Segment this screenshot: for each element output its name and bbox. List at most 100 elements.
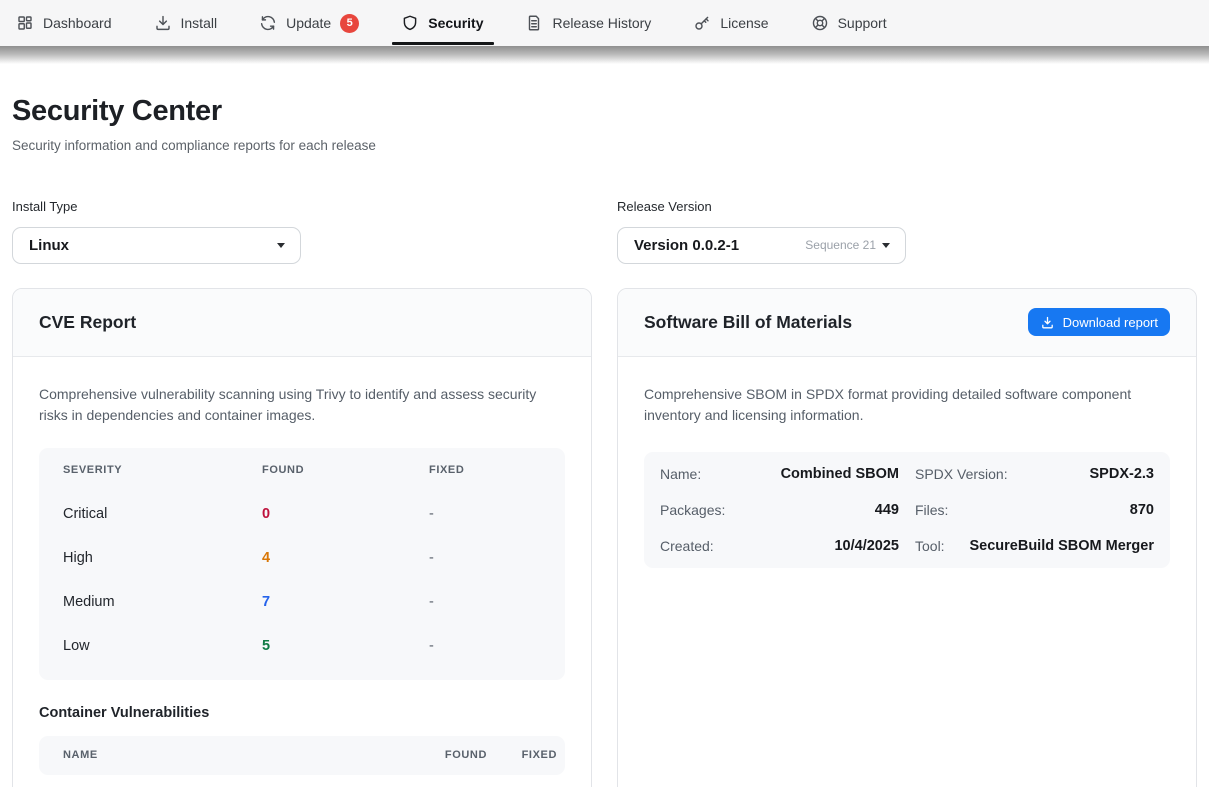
install-type-label: Install Type xyxy=(12,199,592,214)
release-version-value: Version 0.0.2-1 xyxy=(634,237,805,254)
severity-name: High xyxy=(63,550,262,566)
release-version-filter: Release Version Version 0.0.2-1 Sequence… xyxy=(617,199,1197,264)
found-column-header: FOUND xyxy=(427,749,487,761)
sbom-card: Software Bill of Materials Download repo… xyxy=(617,288,1197,787)
severity-table: SEVERITY FOUND FIXED Critical 0 - High 4 xyxy=(39,448,565,680)
nav-label: Update xyxy=(286,15,331,31)
info-value: SecureBuild SBOM Merger xyxy=(969,538,1154,554)
nav-item-license[interactable]: License xyxy=(693,0,768,46)
install-type-filter: Install Type Linux xyxy=(12,199,592,264)
key-icon xyxy=(693,14,711,32)
chevron-down-icon xyxy=(882,243,890,248)
cve-report-card: CVE Report Comprehensive vulnerability s… xyxy=(12,288,592,787)
release-version-select[interactable]: Version 0.0.2-1 Sequence 21 xyxy=(617,227,906,264)
nav-label: Dashboard xyxy=(43,15,112,31)
severity-table-header: SEVERITY FOUND FIXED xyxy=(63,464,541,492)
sbom-info-name: Name: Combined SBOM xyxy=(660,456,899,492)
info-value: 10/4/2025 xyxy=(834,538,899,554)
severity-name: Medium xyxy=(63,594,262,610)
found-column-header: FOUND xyxy=(262,464,429,476)
found-count: 4 xyxy=(262,550,429,566)
shield-icon xyxy=(401,14,419,32)
nav-item-install[interactable]: Install xyxy=(154,0,218,46)
refresh-icon xyxy=(259,14,277,32)
fixed-count: - xyxy=(429,638,541,654)
table-row: Medium 7 - xyxy=(63,580,541,624)
nav-label: Support xyxy=(838,15,887,31)
info-value: 449 xyxy=(875,502,899,518)
sbom-info-tool: Tool: SecureBuild SBOM Merger xyxy=(915,528,1154,564)
page-subtitle: Security information and compliance repo… xyxy=(12,138,1197,153)
update-count-badge: 5 xyxy=(340,14,359,33)
sbom-info-grid: Name: Combined SBOM SPDX Version: SPDX-2… xyxy=(644,452,1170,568)
info-value: 870 xyxy=(1130,502,1154,518)
fixed-count: - xyxy=(429,550,541,566)
nav-item-security[interactable]: Security xyxy=(401,0,483,46)
fixed-count: - xyxy=(429,594,541,610)
nav-label: Release History xyxy=(552,15,651,31)
nav-item-release-history[interactable]: Release History xyxy=(525,0,651,46)
table-row: Low 5 - xyxy=(63,624,541,668)
lifebuoy-icon xyxy=(811,14,829,32)
release-version-label: Release Version xyxy=(617,199,1197,214)
found-count: 7 xyxy=(262,594,429,610)
fixed-column-header: FIXED xyxy=(487,749,557,761)
download-report-button[interactable]: Download report xyxy=(1028,308,1170,336)
install-type-select[interactable]: Linux xyxy=(12,227,301,264)
severity-name: Low xyxy=(63,638,262,654)
container-vulnerabilities-table-header: NAME FOUND FIXED xyxy=(39,736,565,775)
sbom-info-packages: Packages: 449 xyxy=(660,492,899,528)
info-label: Created: xyxy=(660,538,714,554)
fixed-count: - xyxy=(429,506,541,522)
sbom-body: Comprehensive SBOM in SPDX format provid… xyxy=(618,357,1196,594)
info-label: Name: xyxy=(660,466,701,482)
cve-report-title: CVE Report xyxy=(39,312,136,333)
fixed-column-header: FIXED xyxy=(429,464,541,476)
sbom-info-created: Created: 10/4/2025 xyxy=(660,528,899,564)
download-icon xyxy=(154,14,172,32)
container-vulnerabilities-title: Container Vulnerabilities xyxy=(39,705,565,721)
page-title: Security Center xyxy=(12,96,1197,128)
info-label: SPDX Version: xyxy=(915,466,1008,482)
cve-report-description: Comprehensive vulnerability scanning usi… xyxy=(39,384,565,427)
sbom-description: Comprehensive SBOM in SPDX format provid… xyxy=(644,384,1170,427)
active-tab-indicator xyxy=(392,42,494,45)
sequence-label: Sequence 21 xyxy=(805,238,876,252)
cve-report-header: CVE Report xyxy=(13,289,591,357)
sbom-header: Software Bill of Materials Download repo… xyxy=(618,289,1196,357)
nav-item-dashboard[interactable]: Dashboard xyxy=(16,0,112,46)
nav-label: Security xyxy=(428,15,483,31)
cve-report-body: Comprehensive vulnerability scanning usi… xyxy=(13,357,591,787)
top-navigation: Dashboard Install Update 5 xyxy=(0,0,1209,46)
sbom-title: Software Bill of Materials xyxy=(644,312,852,333)
sbom-info-spdx-version: SPDX Version: SPDX-2.3 xyxy=(915,456,1154,492)
header-shadow xyxy=(0,46,1209,64)
dashboard-grid-icon xyxy=(16,14,34,32)
report-cards: CVE Report Comprehensive vulnerability s… xyxy=(12,288,1197,787)
install-type-value: Linux xyxy=(29,237,277,254)
table-row: Critical 0 - xyxy=(63,492,541,536)
chevron-down-icon xyxy=(277,243,285,248)
severity-name: Critical xyxy=(63,506,262,522)
nav-label: License xyxy=(720,15,768,31)
info-label: Packages: xyxy=(660,502,725,518)
info-value: Combined SBOM xyxy=(781,466,899,482)
main-content: Security Center Security information and… xyxy=(0,96,1209,787)
name-column-header: NAME xyxy=(63,749,427,761)
nav-label: Install xyxy=(181,15,218,31)
table-row: High 4 - xyxy=(63,536,541,580)
download-icon xyxy=(1040,315,1055,330)
filters-row: Install Type Linux Release Version Versi… xyxy=(12,199,1197,264)
found-count: 5 xyxy=(262,638,429,654)
info-label: Files: xyxy=(915,502,948,518)
sbom-info-files: Files: 870 xyxy=(915,492,1154,528)
download-report-label: Download report xyxy=(1063,315,1158,330)
nav-item-update[interactable]: Update 5 xyxy=(259,0,359,46)
document-icon xyxy=(525,14,543,32)
security-center-page: Dashboard Install Update 5 xyxy=(0,0,1209,787)
severity-column-header: SEVERITY xyxy=(63,464,262,476)
found-count: 0 xyxy=(262,506,429,522)
info-label: Tool: xyxy=(915,538,945,554)
info-value: SPDX-2.3 xyxy=(1090,466,1154,482)
nav-item-support[interactable]: Support xyxy=(811,0,887,46)
